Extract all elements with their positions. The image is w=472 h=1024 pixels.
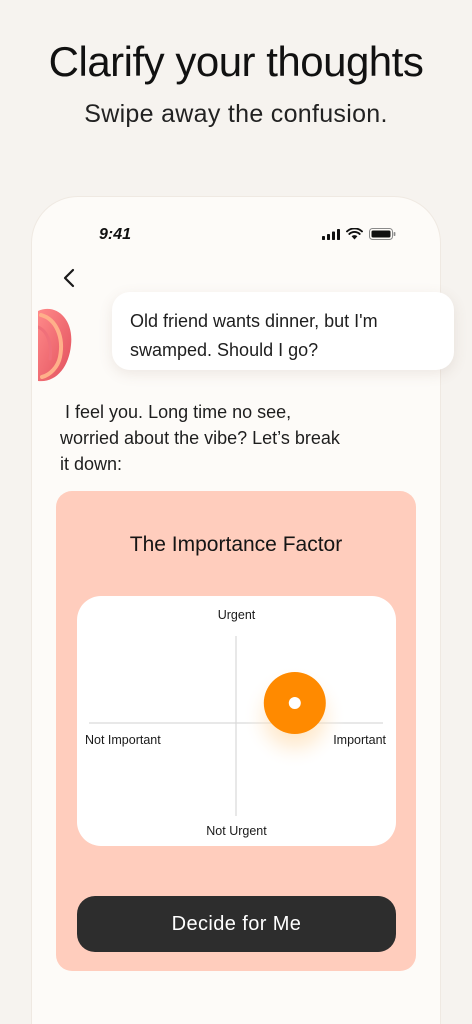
matrix-axes xyxy=(89,636,383,816)
promo-subline: Swipe away the confusion. xyxy=(84,100,388,128)
battery-icon xyxy=(369,228,396,240)
priority-marker-center xyxy=(288,696,301,709)
assistant-reply: I feel you. Long time no see, worried ab… xyxy=(60,402,340,474)
importance-matrix: Urgent Not Urgent Not Important Importan… xyxy=(77,596,396,846)
status-icons xyxy=(322,228,396,240)
back-button[interactable] xyxy=(58,266,80,290)
signal-icon xyxy=(322,228,340,240)
card-title: The Importance Factor xyxy=(129,533,343,556)
decide-for-me-button[interactable]: Decide for Me xyxy=(77,896,396,952)
axis-label-not-important: Not Important xyxy=(85,733,161,747)
chevron-left-icon xyxy=(63,268,75,288)
axis-label-urgent: Urgent xyxy=(217,608,256,622)
axis-label-not-urgent: Not Urgent xyxy=(206,824,267,838)
user-message-bubble: Old friend wants dinner, but I'm swamped… xyxy=(112,292,454,370)
promo-headline: Clarify your thoughts xyxy=(48,38,424,85)
wifi-icon xyxy=(346,228,363,240)
mascot-avatar-icon xyxy=(38,308,72,382)
axis-label-important: Important xyxy=(333,733,386,747)
status-time: 9:41 xyxy=(99,226,132,243)
